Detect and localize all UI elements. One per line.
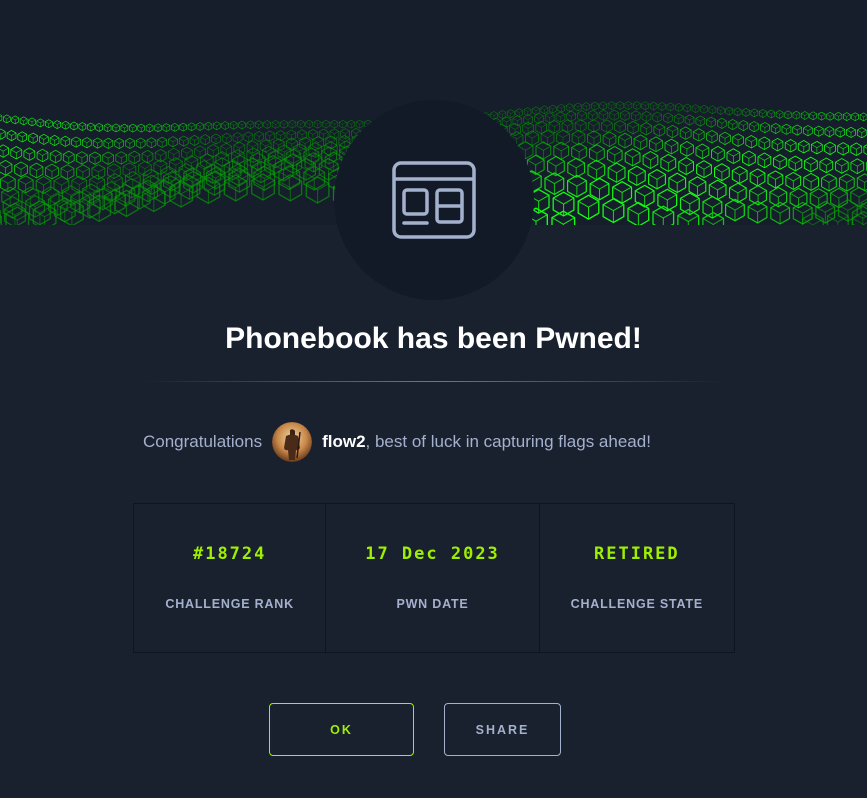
stats-panel: #18724 CHALLENGE RANK 17 Dec 2023 PWN DA…	[133, 503, 735, 653]
challenge-icon-badge	[334, 100, 534, 300]
stat-challenge-state: RETIRED CHALLENGE STATE	[540, 504, 734, 652]
congrats-message: Congratulations flow2 , best of luck in …	[143, 422, 651, 462]
stat-challenge-rank: #18724 CHALLENGE RANK	[134, 504, 327, 652]
congrats-prefix: Congratulations	[143, 432, 263, 451]
pwned-dialog: Phonebook has been Pwned! Congratulation…	[0, 0, 867, 798]
username[interactable]: flow2	[322, 432, 365, 452]
web-challenge-icon	[392, 161, 476, 239]
stat-pwn-date: 17 Dec 2023 PWN DATE	[326, 504, 540, 652]
ok-button[interactable]: OK	[269, 703, 414, 756]
title-divider	[140, 381, 727, 382]
avatar[interactable]	[272, 422, 313, 462]
stat-label: CHALLENGE STATE	[570, 597, 704, 611]
congrats-suffix: , best of luck in capturing flags ahead!	[365, 432, 651, 451]
stat-label: CHALLENGE RANK	[165, 597, 294, 611]
dialog-title: Phonebook has been Pwned!	[225, 322, 642, 355]
share-button[interactable]: SHARE	[444, 703, 561, 756]
stat-value: 17 Dec 2023	[365, 544, 500, 564]
stat-value: RETIRED	[594, 544, 680, 564]
stat-label: PWN DATE	[396, 597, 469, 611]
stat-value: #18724	[192, 544, 267, 564]
